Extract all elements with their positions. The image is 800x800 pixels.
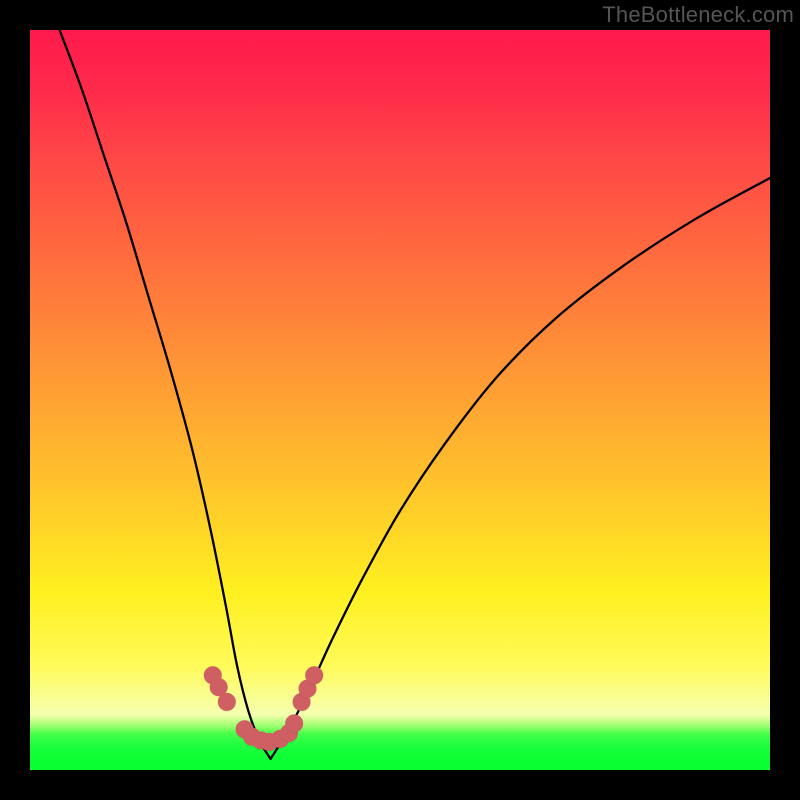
chart-frame: TheBottleneck.com [0, 0, 800, 800]
trough-marker [218, 693, 235, 710]
trough-marker [286, 715, 303, 732]
trough-marker [306, 667, 323, 684]
curve-layer [30, 30, 770, 770]
left-branch-curve [60, 30, 271, 759]
trough-marker-group [204, 667, 323, 752]
trough-marker [210, 679, 227, 696]
watermark-text: TheBottleneck.com [602, 2, 794, 28]
right-branch-curve [271, 178, 771, 759]
plot-area [30, 30, 770, 770]
